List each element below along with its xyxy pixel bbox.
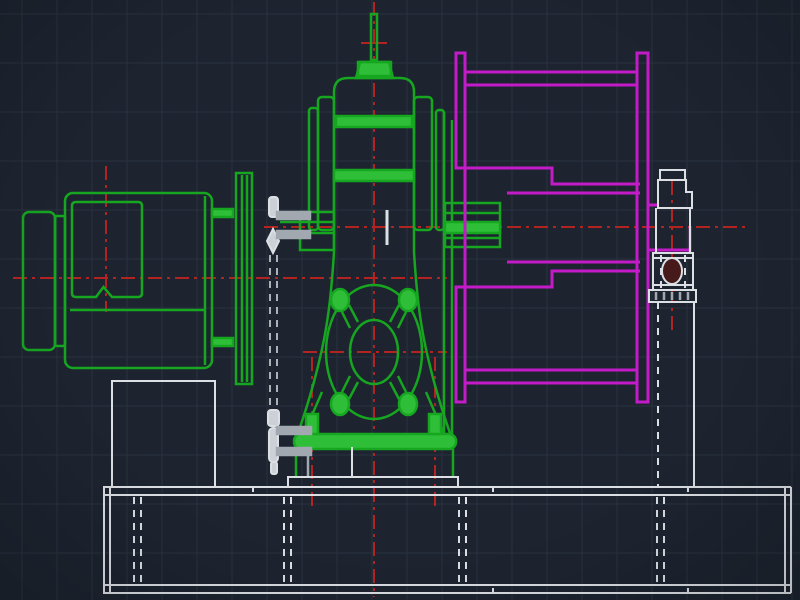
flange-spoke-8[interactable] bbox=[390, 382, 399, 399]
flange-bolt-upper-left[interactable] bbox=[331, 289, 349, 311]
motor-flange-bar-bottom[interactable] bbox=[212, 338, 233, 346]
gearbox-top-collar[interactable] bbox=[358, 62, 391, 76]
bracket-bar-2[interactable] bbox=[277, 231, 310, 238]
flange-spoke-3[interactable] bbox=[398, 312, 406, 328]
gearbox-base-plate[interactable] bbox=[294, 434, 456, 449]
bracket-bar-3[interactable] bbox=[277, 427, 311, 434]
cad-canvas[interactable] bbox=[0, 0, 800, 600]
tie-bolt-nut-upper[interactable] bbox=[268, 410, 279, 426]
motor-body[interactable] bbox=[65, 193, 212, 368]
entities-layer bbox=[13, 2, 791, 597]
gearbox-band-upper[interactable] bbox=[336, 116, 412, 127]
tie-bolt-tip[interactable] bbox=[271, 462, 277, 474]
flange-spoke-6[interactable] bbox=[349, 382, 358, 399]
drum-flange-left-bottom[interactable] bbox=[456, 287, 465, 402]
motor-fan-cover[interactable] bbox=[23, 212, 55, 350]
drum-flange-left-top[interactable] bbox=[456, 53, 465, 168]
bearing-bore[interactable] bbox=[662, 258, 682, 284]
bearing-cap-top[interactable] bbox=[660, 170, 685, 180]
flange-spoke-5[interactable] bbox=[342, 376, 350, 392]
flange-bolt-lower-right[interactable] bbox=[399, 393, 417, 415]
cad-drawing-area[interactable] bbox=[0, 0, 800, 600]
output-shaft-core[interactable] bbox=[445, 222, 500, 233]
drum-hub-upper[interactable] bbox=[465, 168, 640, 184]
gearbox-band-lower[interactable] bbox=[334, 170, 414, 181]
flange-bolt-upper-right[interactable] bbox=[399, 289, 417, 311]
flange-bolt-lower-left[interactable] bbox=[331, 393, 349, 415]
bracket-bar-4[interactable] bbox=[277, 448, 311, 455]
motor-flange-bar-top[interactable] bbox=[212, 209, 233, 217]
base-bolt-right[interactable] bbox=[429, 414, 441, 434]
drum-hub-lower[interactable] bbox=[465, 271, 640, 287]
flange-spoke-1[interactable] bbox=[342, 312, 350, 328]
flange-spoke-7[interactable] bbox=[398, 376, 406, 392]
bracket-bar-1[interactable] bbox=[277, 212, 310, 219]
